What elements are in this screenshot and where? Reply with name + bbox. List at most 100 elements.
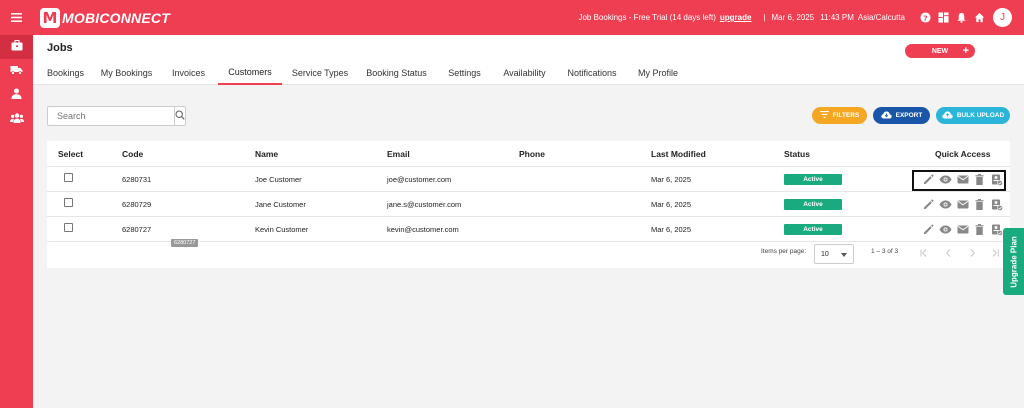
quick-access-actions [922,223,1003,236]
sidebar-item-users[interactable] [0,83,33,107]
delete-icon[interactable] [973,198,986,211]
column-header-name[interactable]: Name [255,149,278,159]
previous-page-button[interactable] [945,249,952,259]
tab-availability[interactable]: Availability [494,61,555,85]
cell-name: Joe Customer [255,175,302,184]
view-icon[interactable] [939,198,952,211]
cloud-download-icon [880,111,892,121]
search-button[interactable] [174,107,185,125]
delete-icon[interactable] [973,223,986,236]
status-badge: Active [784,199,842,210]
page-header: Jobs Bookings My Bookings Invoices Custo… [33,35,1024,85]
email-icon[interactable] [956,223,969,236]
logo-mark: M [40,7,60,28]
cell-last-modified: Mar 6, 2025 [651,225,692,234]
row-select-checkbox[interactable] [64,198,73,207]
row-select-checkbox[interactable] [64,223,73,232]
apps-icon[interactable] [935,10,951,26]
items-per-page-select[interactable]: 10 [814,244,854,264]
tab-invoices[interactable]: Invoices [159,61,218,85]
avatar[interactable]: J [993,8,1012,27]
tab-my-profile[interactable]: My Profile [629,61,687,85]
quick-access-actions [922,198,1003,211]
next-page-button[interactable] [969,249,976,259]
separator: | [763,13,766,22]
last-page-button[interactable] [991,249,1000,259]
timezone: Asia/Calcutta [857,13,905,22]
column-header-last-modified[interactable]: Last Modified [651,149,706,159]
new-button[interactable]: NEW + [905,44,975,58]
cell-name: Kevin Customer [255,225,309,234]
sidebar-item-jobs[interactable] [0,35,33,59]
menu-icon[interactable] [0,0,33,35]
truck-icon [10,62,23,80]
briefcase-icon [11,38,23,56]
filter-icon [819,111,829,120]
filters-label: FILTERS [832,112,860,119]
chevron-down-icon [841,253,847,257]
cell-code: 6280727 [122,225,152,234]
search-box [47,106,186,126]
tab-booking-status[interactable]: Booking Status [358,61,435,85]
edit-icon[interactable] [922,198,935,211]
quick-access-highlight [912,170,1006,191]
filters-button[interactable]: FILTERS [812,107,867,124]
tab-notifications[interactable]: Notifications [555,61,629,85]
column-header-select: Select [58,149,84,159]
contact-card-icon[interactable] [990,223,1003,236]
column-header-code[interactable]: Code [122,149,143,159]
column-header-phone[interactable]: Phone [519,149,545,159]
cell-last-modified: Mar 6, 2025 [651,200,692,209]
row-select-checkbox[interactable] [64,173,73,182]
cell-code: 6280729 [122,200,152,209]
cell-email: joe@customer.com [387,175,452,184]
first-page-button[interactable] [920,249,929,259]
row-divider [47,166,1010,167]
row-divider [47,191,1010,192]
edit-icon[interactable] [922,223,935,236]
bulk-upload-button[interactable]: BULK UPLOAD [936,107,1010,124]
items-per-page-label: Items per page: [761,248,807,255]
cell-name: Jane Customer [255,200,306,209]
code-tooltip: 6280727 [171,239,199,247]
home-icon[interactable] [971,10,987,26]
export-button[interactable]: EXPORT [873,107,930,124]
brand-logo[interactable]: M MOBICONNECT [40,7,170,28]
search-input[interactable] [48,107,174,125]
tab-customers[interactable]: Customers [218,61,282,85]
upgrade-link[interactable]: upgrade [720,13,752,22]
tab-bookings[interactable]: Bookings [37,61,94,85]
sidebar-item-groups[interactable] [0,107,33,131]
cell-last-modified: Mar 6, 2025 [651,175,692,184]
cell-email: kevin@customer.com [387,225,459,234]
sidebar-item-deliveries[interactable] [0,59,33,83]
tab-service-types[interactable]: Service Types [282,61,358,85]
contact-card-icon[interactable] [990,198,1003,211]
column-header-quick-access: Quick Access [935,149,991,159]
status-badge: Active [784,224,842,235]
group-icon [9,110,24,128]
main-content: FILTERS EXPORT BULK UPLOAD Select Code N… [33,86,1024,408]
page-title: Jobs [47,42,73,54]
column-header-status[interactable]: Status [784,149,810,159]
tab-settings[interactable]: Settings [435,61,494,85]
plus-icon: + [962,45,969,57]
row-divider [47,216,1010,217]
page-range-label: 1 – 3 of 3 [871,248,899,255]
trial-text: Job Bookings - Free Trial (14 days left) [578,13,716,22]
export-label: EXPORT [895,112,923,119]
search-icon [175,107,185,125]
help-icon[interactable]: ? [917,10,933,26]
bulk-upload-label: BULK UPLOAD [956,112,1005,119]
current-time: 11:43 PM [820,13,854,22]
svg-text:?: ? [923,13,927,22]
upgrade-plan-button[interactable]: Upgrade Plan [1003,228,1024,295]
status-badge: Active [784,174,842,185]
bell-icon[interactable] [953,10,969,26]
tab-my-bookings[interactable]: My Bookings [94,61,159,85]
email-icon[interactable] [956,198,969,211]
column-header-email[interactable]: Email [387,149,410,159]
top-bar: M MOBICONNECT Job Bookings - Free Trial … [0,0,1024,35]
current-date: Mar 6, 2025 [771,13,815,22]
view-icon[interactable] [939,223,952,236]
